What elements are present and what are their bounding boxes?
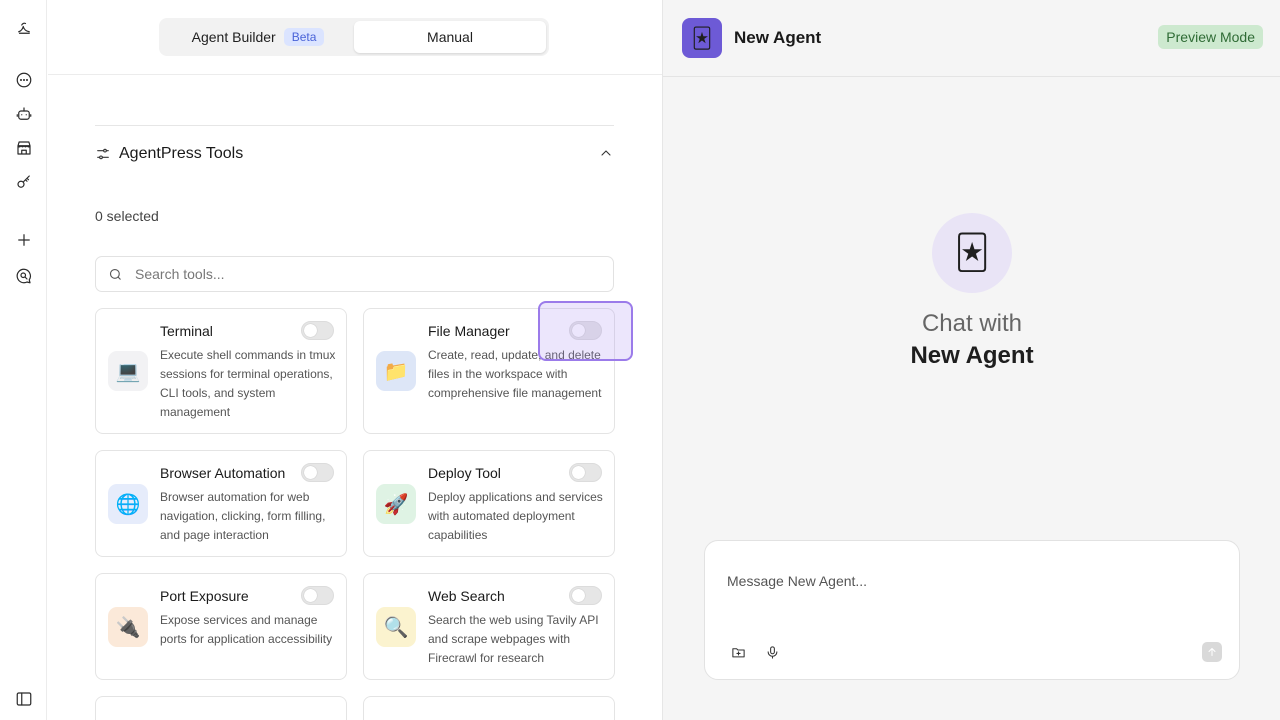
voice-button[interactable] <box>761 641 783 663</box>
logo-icon[interactable] <box>13 17 35 39</box>
tool-card-deploy-tool[interactable]: 🚀 Deploy Tool Deploy applications and se… <box>363 450 615 557</box>
preview-panel: 🃏 New Agent Preview Mode 🃏 Chat with New… <box>662 0 1280 720</box>
toggle-knob <box>572 589 585 602</box>
chat-icon[interactable] <box>13 69 35 91</box>
tool-name: Port Exposure <box>160 588 249 604</box>
message-input[interactable] <box>727 573 1207 589</box>
tool-card-partial[interactable] <box>95 696 347 720</box>
sidebar-toggle-icon[interactable] <box>13 688 35 710</box>
tool-card-web-search[interactable]: 🔍 Web Search Search the web using Tavily… <box>363 573 615 680</box>
toggle-knob <box>304 466 317 479</box>
arrow-up-icon <box>1208 648 1216 656</box>
tool-name: Deploy Tool <box>428 465 501 481</box>
tool-card-port-exposure[interactable]: 🔌 Port Exposure Expose services and mana… <box>95 573 347 680</box>
tool-toggle[interactable] <box>569 321 602 340</box>
tool-description: Search the web using Tavily API and scra… <box>428 613 599 665</box>
marketplace-icon[interactable] <box>13 137 35 159</box>
globe-icon: 🌐 <box>108 484 148 524</box>
preview-mode-badge: Preview Mode <box>1158 25 1263 49</box>
tool-name: Web Search <box>428 588 505 604</box>
chat-with-label: Chat with <box>921 310 1023 337</box>
section-title: AgentPress Tools <box>119 145 244 162</box>
tool-card-file-manager[interactable]: 📁 File Manager Create, read, update, and… <box>363 308 615 434</box>
tool-toggle[interactable] <box>569 463 602 482</box>
tab-manual[interactable]: Manual <box>354 21 546 53</box>
magnifier-icon: 🔍 <box>376 607 416 647</box>
tool-description: Expose services and manage ports for app… <box>160 613 333 646</box>
tool-name: Browser Automation <box>160 465 286 481</box>
agent-icon[interactable] <box>13 103 35 125</box>
tool-card-terminal[interactable]: 💻 Terminal Execute shell commands in tmu… <box>95 308 347 434</box>
tool-toggle[interactable] <box>301 586 334 605</box>
beta-badge: Beta <box>283 28 325 46</box>
plug-icon: 🔌 <box>108 607 148 647</box>
selected-count: 0 selected <box>95 208 159 224</box>
tools-search <box>95 256 614 292</box>
settings-sliders-icon <box>97 148 109 160</box>
builder-topbar: Agent Builder Beta Manual <box>48 0 662 75</box>
toggle-knob <box>572 324 585 337</box>
microphone-icon <box>767 645 777 659</box>
toggle-knob <box>304 589 317 602</box>
tool-description: Create, read, update, and delete files i… <box>428 348 602 400</box>
tool-toggle[interactable] <box>301 463 334 482</box>
preview-header: 🃏 New Agent Preview Mode <box>663 0 1280 77</box>
tool-name: Terminal <box>160 323 213 339</box>
terminal-icon: 💻 <box>108 351 148 391</box>
chat-agent-name: New Agent <box>910 342 1034 369</box>
search-icon <box>109 268 121 280</box>
tool-description: Deploy applications and services with au… <box>428 490 603 542</box>
folder-icon: 📁 <box>376 351 416 391</box>
tool-description: Execute shell commands in tmux sessions … <box>160 348 336 419</box>
agent-avatar-large: 🃏 <box>932 213 1012 293</box>
toggle-knob <box>572 466 585 479</box>
agent-avatar: 🃏 <box>682 18 722 58</box>
send-button[interactable] <box>1202 642 1222 662</box>
tools-section-header[interactable]: AgentPress Tools <box>95 142 614 166</box>
tool-card-partial[interactable] <box>363 696 615 720</box>
tool-toggle[interactable] <box>301 321 334 340</box>
rocket-icon: 🚀 <box>376 484 416 524</box>
search-input[interactable] <box>135 266 595 282</box>
search-chat-icon[interactable] <box>13 265 35 287</box>
attach-folder-button[interactable] <box>727 641 749 663</box>
left-rail <box>0 0 47 720</box>
key-icon[interactable] <box>13 171 35 193</box>
plus-icon[interactable] <box>13 229 35 251</box>
builder-panel: Agent Builder Beta Manual AgentPress Too… <box>48 0 662 720</box>
tab-agent-builder[interactable]: Agent Builder Beta <box>162 21 354 53</box>
chevron-up-icon[interactable] <box>598 145 614 166</box>
agent-name: New Agent <box>734 28 822 47</box>
tool-card-browser-automation[interactable]: 🌐 Browser Automation Browser automation … <box>95 450 347 557</box>
toggle-knob <box>304 324 317 337</box>
tool-name: File Manager <box>428 323 510 339</box>
tab-agent-builder-label: Agent Builder <box>191 29 276 45</box>
mode-switch: Agent Builder Beta Manual <box>159 18 549 56</box>
tool-toggle[interactable] <box>569 586 602 605</box>
message-composer <box>704 540 1240 680</box>
folder-plus-icon <box>731 647 745 657</box>
section-divider <box>95 125 614 126</box>
tab-manual-label: Manual <box>427 29 473 45</box>
tool-description: Browser automation for web navigation, c… <box>160 490 326 542</box>
